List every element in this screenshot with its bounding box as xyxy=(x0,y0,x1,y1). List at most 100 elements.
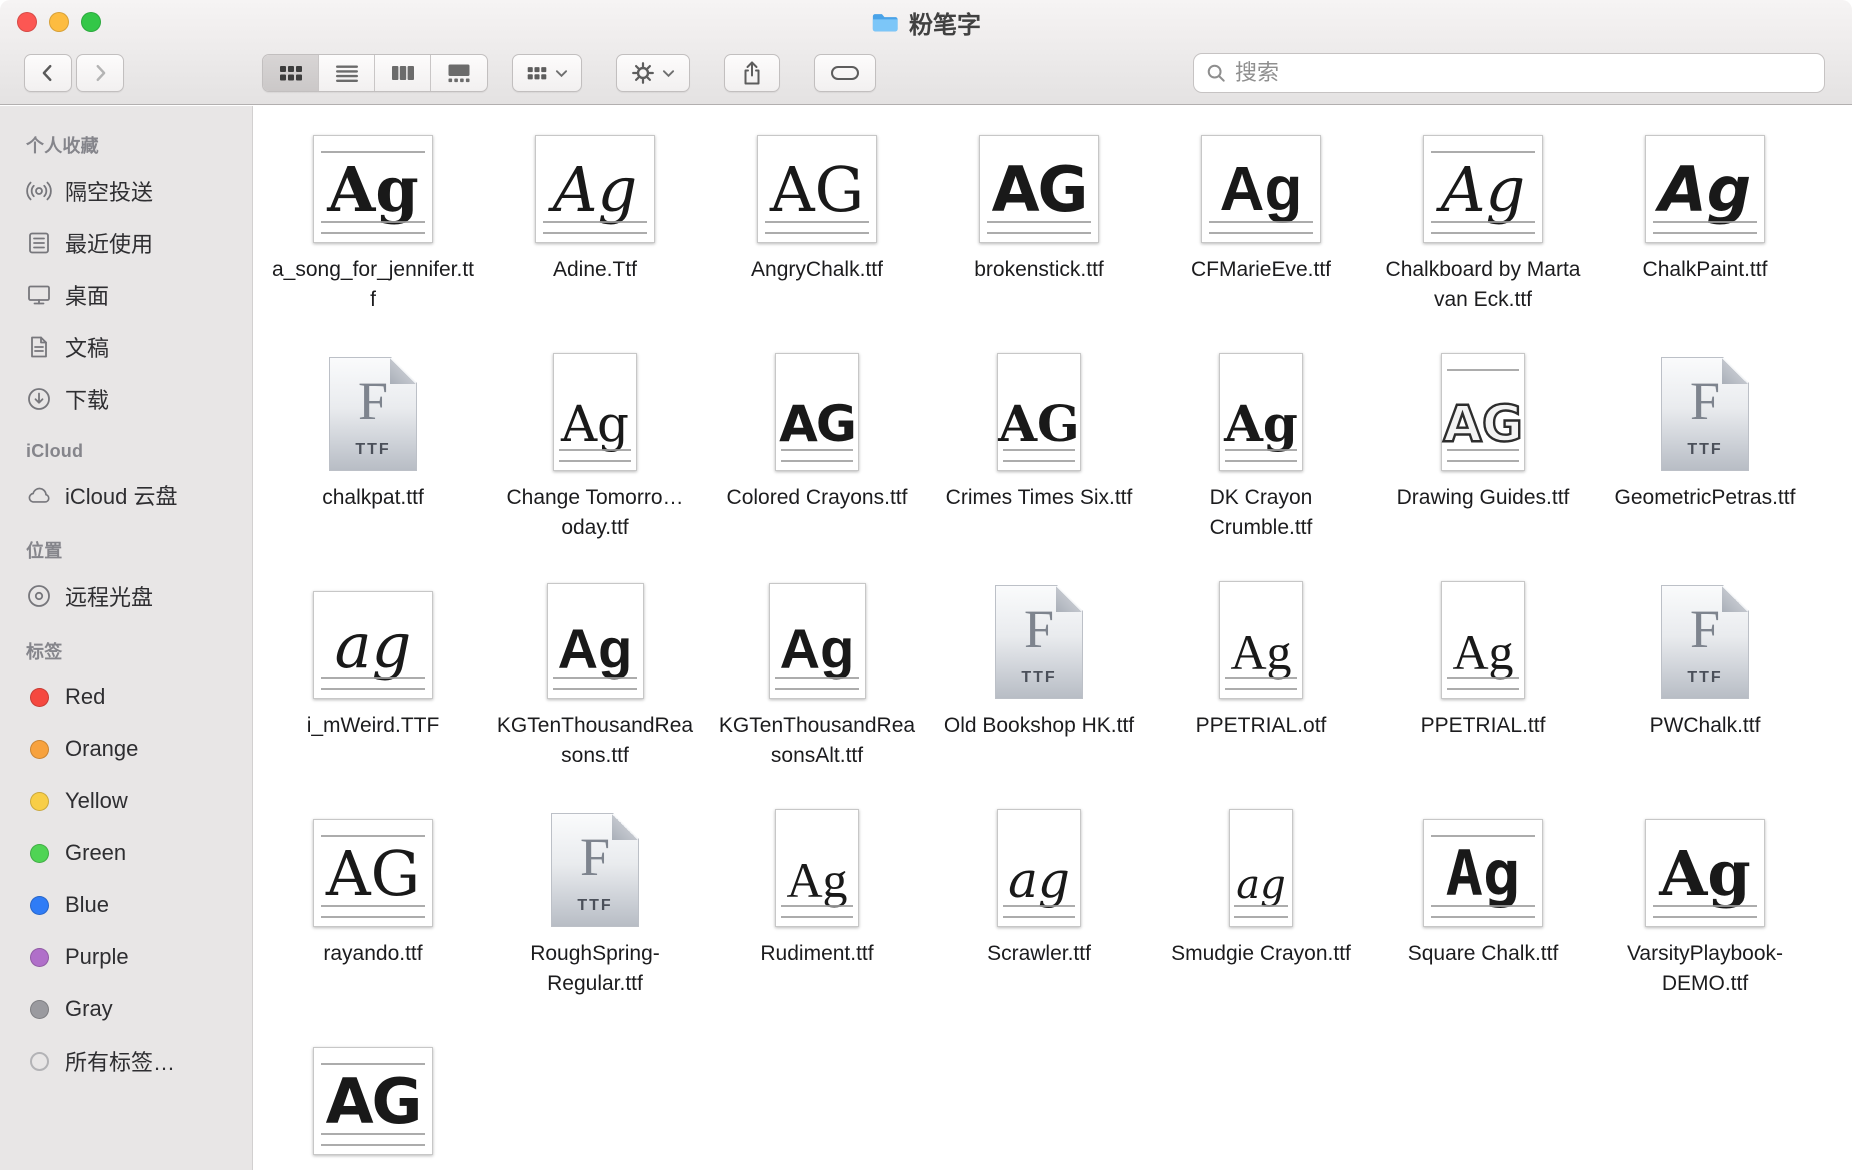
sidebar-item-tag-green[interactable]: Green xyxy=(0,827,252,879)
file-name: AngryChalk.ttf xyxy=(751,255,883,285)
file-item[interactable]: ag Scrawler.ttf xyxy=(928,797,1150,1025)
file-item[interactable]: FTTFOld Bookshop HK.ttf xyxy=(928,569,1150,797)
sidebar-item-label: 远程光盘 xyxy=(65,580,153,612)
file-item[interactable]: AgAdine.Ttf xyxy=(484,113,706,341)
sidebar-item-tag-gray[interactable]: Gray xyxy=(0,983,252,1035)
chevron-right-icon xyxy=(89,62,111,84)
file-name: Change Tomorro…oday.ttf xyxy=(493,483,697,543)
sidebar-item-tag-blue[interactable]: Blue xyxy=(0,879,252,931)
file-item[interactable]: AGColored Crayons.ttf xyxy=(706,341,928,569)
file-item[interactable]: AgKGTenThousandReasonsAlt.ttf xyxy=(706,569,928,797)
file-item[interactable]: FTTFGeometricPetras.ttf xyxy=(1594,341,1816,569)
group-button[interactable] xyxy=(512,54,582,92)
file-icon-area: Ag xyxy=(535,113,655,243)
action-menu-button[interactable] xyxy=(616,54,690,92)
back-button[interactable] xyxy=(24,54,72,92)
sidebar-item-tag-purple[interactable]: Purple xyxy=(0,931,252,983)
close-button[interactable] xyxy=(17,12,37,32)
file-item[interactable]: agSmudgie Crayon.ttf xyxy=(1150,797,1372,1025)
view-columns-button[interactable] xyxy=(375,55,431,91)
file-item[interactable]: AGDrawing Guides.ttf xyxy=(1372,341,1594,569)
file-icon-area: Ag xyxy=(1423,797,1543,927)
file-icon-area: FTTF xyxy=(551,797,639,927)
search-field[interactable] xyxy=(1193,53,1825,93)
sidebar-item-all-tags[interactable]: 所有标签… xyxy=(0,1035,252,1087)
file-item[interactable]: AgChange Tomorro…oday.ttf xyxy=(484,341,706,569)
file-item[interactable]: AGVTKS ANIMAL 2.ttf xyxy=(262,1025,484,1170)
share-button[interactable] xyxy=(724,54,780,92)
font-glyph: Ag xyxy=(1646,843,1764,905)
file-item[interactable]: agi_mWeird.TTF xyxy=(262,569,484,797)
file-name: PPETRIAL.ttf xyxy=(1421,711,1546,741)
file-item[interactable]: AgSquare Chalk.ttf xyxy=(1372,797,1594,1025)
file-name: Scrawler.ttf xyxy=(987,939,1091,969)
file-item[interactable]: AGAngryChalk.ttf xyxy=(706,113,928,341)
file-item[interactable]: AgPPETRIAL.otf xyxy=(1150,569,1372,797)
descender-line xyxy=(321,688,425,690)
file-item[interactable]: AGbrokenstick.ttf xyxy=(928,113,1150,341)
view-icons-button[interactable] xyxy=(263,55,319,91)
baseline-line xyxy=(321,905,425,907)
forward-button[interactable] xyxy=(76,54,124,92)
sidebar-item-label: 隔空投送 xyxy=(65,175,153,207)
ttf-letter: F xyxy=(1662,598,1748,660)
descender-line xyxy=(765,232,869,234)
file-item[interactable]: AgChalkboard by Marta van Eck.ttf xyxy=(1372,113,1594,341)
file-item[interactable]: AgChalkPaint.ttf xyxy=(1594,113,1816,341)
font-glyph: ag xyxy=(1230,865,1292,905)
file-item[interactable]: AgKGTenThousandReasons.ttf xyxy=(484,569,706,797)
view-switcher xyxy=(262,54,488,92)
sidebar-item-icloud-drive[interactable]: iCloud 云盘 xyxy=(0,469,252,521)
tags-button[interactable] xyxy=(814,54,876,92)
file-item[interactable]: AgRudiment.ttf xyxy=(706,797,928,1025)
sidebar-item-tag-orange[interactable]: Orange xyxy=(0,723,252,775)
baseline-line xyxy=(1003,449,1075,451)
sidebar-item-label: Purple xyxy=(65,944,129,970)
search-input[interactable] xyxy=(1235,60,1812,86)
file-item[interactable]: AGrayando.ttf xyxy=(262,797,484,1025)
file-item[interactable]: AgVarsityPlaybook-DEMO.ttf xyxy=(1594,797,1816,1025)
file-item[interactable]: AgCFMarieEve.ttf xyxy=(1150,113,1372,341)
file-icon-area: ag xyxy=(997,797,1081,927)
descender-line xyxy=(321,1144,425,1146)
file-item[interactable]: AGCrimes Times Six.ttf xyxy=(928,341,1150,569)
descender-line xyxy=(1003,460,1075,462)
sidebar-item-remote-disc[interactable]: 远程光盘 xyxy=(0,570,252,622)
titlebar[interactable]: 粉笔字 xyxy=(0,0,1852,44)
file-item[interactable]: FTTFPWChalk.ttf xyxy=(1594,569,1816,797)
sidebar-item-documents[interactable]: 文稿 xyxy=(0,321,252,373)
font-glyph: Ag xyxy=(536,159,654,221)
view-gallery-button[interactable] xyxy=(431,55,487,91)
descender-line xyxy=(781,460,853,462)
baseline-line xyxy=(1447,449,1519,451)
tag-icon xyxy=(830,62,860,84)
column-view-icon xyxy=(390,62,416,84)
view-list-button[interactable] xyxy=(319,55,375,91)
ttf-badge: TTF xyxy=(1662,441,1748,459)
sidebar-item-downloads[interactable]: 下载 xyxy=(0,373,252,425)
file-name: KGTenThousandReasons.ttf xyxy=(493,711,697,771)
sidebar-item-recents[interactable]: 最近使用 xyxy=(0,217,252,269)
all-tags-dot xyxy=(26,1048,52,1074)
chevron-down-icon xyxy=(662,69,675,78)
file-item[interactable]: Aga_song_for_jennifer.ttf xyxy=(262,113,484,341)
font-preview-thumbnail: Ag xyxy=(1219,353,1303,471)
tag-color-dot xyxy=(30,844,49,863)
file-item[interactable]: AgPPETRIAL.ttf xyxy=(1372,569,1594,797)
descender-line xyxy=(1225,460,1297,462)
sidebar-item-tag-yellow[interactable]: Yellow xyxy=(0,775,252,827)
zoom-button[interactable] xyxy=(81,12,101,32)
file-item[interactable]: FTTFchalkpat.ttf xyxy=(262,341,484,569)
baseline-line xyxy=(1447,677,1519,679)
baseline-line xyxy=(321,1133,425,1135)
file-item[interactable]: FTTFRoughSpring-Regular.ttf xyxy=(484,797,706,1025)
descender-line xyxy=(987,232,1091,234)
tag-green-dot xyxy=(26,840,52,866)
sidebar-item-desktop[interactable]: 桌面 xyxy=(0,269,252,321)
file-item[interactable]: AgDK Crayon Crumble.ttf xyxy=(1150,341,1372,569)
file-name: KGTenThousandReasonsAlt.ttf xyxy=(715,711,919,771)
sidebar-item-tag-red[interactable]: Red xyxy=(0,671,252,723)
file-name: CFMarieEve.ttf xyxy=(1191,255,1331,285)
sidebar-item-airdrop[interactable]: 隔空投送 xyxy=(0,165,252,217)
minimize-button[interactable] xyxy=(49,12,69,32)
